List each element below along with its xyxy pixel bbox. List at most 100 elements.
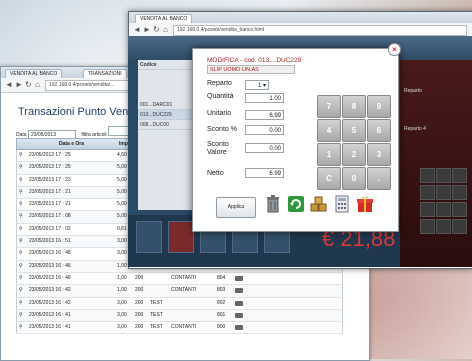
pos-key[interactable] (436, 185, 451, 200)
cell-c5: CONTANTI (171, 324, 197, 331)
home-icon[interactable]: ⌂ (163, 25, 168, 34)
quantita-field[interactable]: 1.00 (245, 93, 284, 103)
pos-key[interactable] (452, 168, 467, 183)
reparto-label: Reparto (207, 80, 232, 87)
table-row[interactable]: ⚲ 23/05/2013 16 : 42 1,00 200 CONTANTI 803 (16, 285, 343, 298)
search-icon[interactable]: ⚲ (19, 236, 23, 247)
item-list-header: Codice (138, 60, 194, 70)
cell-c3: 200 (135, 299, 144, 306)
search-icon[interactable]: ⚲ (19, 211, 23, 222)
pos-key[interactable] (452, 202, 467, 217)
keypad-key[interactable]: 3 (367, 143, 391, 166)
printer-icon[interactable] (235, 275, 243, 281)
search-icon[interactable]: ⚲ (19, 224, 23, 235)
keypad-key[interactable]: 0 (342, 167, 366, 190)
gift-icon[interactable] (356, 194, 374, 214)
reparto-select[interactable]: 1 ▾ (245, 80, 269, 90)
pos-key[interactable] (436, 168, 451, 183)
pos-key[interactable] (420, 219, 435, 234)
refresh-icon[interactable] (287, 194, 305, 214)
cell-datetime: 23/05/2013 16 : 42 (29, 299, 71, 306)
quantita-label: Quantità (207, 93, 234, 100)
search-icon[interactable]: ⚲ (19, 310, 23, 321)
search-icon[interactable]: ⚲ (19, 199, 23, 210)
pos-key[interactable] (420, 185, 435, 200)
cell-c5: CONTANTI (171, 287, 197, 294)
search-icon[interactable]: ⚲ (19, 285, 23, 296)
unitario-field[interactable]: 6.99 (245, 110, 284, 120)
list-item[interactable]: 001...DARC01 (138, 100, 194, 110)
sconto-perc-label: Sconto % (207, 126, 237, 133)
search-icon[interactable]: ⚲ (19, 162, 23, 173)
keypad-key[interactable]: 8 (342, 95, 366, 118)
printer-icon[interactable] (235, 300, 243, 306)
cell-c6: 802 (217, 299, 226, 306)
reload-icon[interactable]: ↻ (25, 80, 32, 89)
pos-key[interactable] (436, 219, 451, 234)
list-item[interactable]: 008...DUC00 (138, 120, 194, 130)
bottom-button[interactable] (168, 221, 194, 253)
search-icon[interactable]: ⚲ (19, 150, 23, 161)
printer-icon[interactable] (235, 312, 243, 318)
table-row[interactable]: ⚲ 23/05/2013 16 : 41 3,00 200 TEST 801 (16, 309, 343, 323)
keypad-key[interactable]: 4 (317, 119, 341, 142)
pos-key[interactable] (452, 219, 467, 234)
calculator-icon[interactable] (333, 194, 351, 214)
keypad-key[interactable]: C (317, 167, 341, 190)
keypad-key[interactable]: 2 (342, 143, 366, 166)
reload-icon[interactable]: ↻ (153, 25, 160, 34)
pos-key[interactable] (452, 185, 467, 200)
col-header-date: Data e Ora (59, 141, 85, 147)
bottom-button[interactable] (136, 221, 162, 253)
product-name-field[interactable]: SLIP UOMO UN.AS (207, 65, 295, 74)
pos-key[interactable] (436, 202, 451, 217)
table-row[interactable]: ⚲ 23/05/2013 16 : 42 3,00 200 TEST 802 (16, 297, 343, 310)
netto-field[interactable]: 6.99 (245, 168, 284, 178)
back-icon[interactable]: ◄ (133, 25, 141, 34)
keypad-key[interactable]: 7 (317, 95, 341, 118)
sconto-valore-field[interactable]: 0.00 (245, 143, 284, 153)
cell-c3: 200 (135, 274, 144, 281)
cell-datetime: 23/05/2013 16 : 48 (29, 250, 71, 257)
search-icon[interactable]: ⚲ (19, 298, 23, 309)
search-icon[interactable]: ⚲ (19, 175, 23, 186)
forward-icon[interactable]: ► (143, 25, 151, 34)
cell-c6: 804 (217, 274, 226, 281)
sconto-perc-field[interactable]: 0.00 (245, 125, 284, 135)
pos-right-panel: Reparto Reparto 4 (400, 60, 472, 267)
pos-url-field[interactable]: 192.168.0.4/pcweb/vendita_banco.html (173, 25, 467, 36)
printer-icon[interactable] (235, 325, 243, 331)
boxes-icon[interactable] (310, 194, 328, 214)
search-icon[interactable]: ⚲ (19, 322, 23, 333)
keypad-key[interactable]: 5 (342, 119, 366, 142)
home-icon[interactable]: ⌂ (35, 80, 40, 89)
table-row[interactable]: ⚲ 23/05/2013 16 : 41 3,00 200 TEST CONTANTI 80… (16, 322, 343, 335)
cell-c4: TEST (150, 299, 163, 306)
cell-datetime: 23/05/2013 17 : 25 (29, 152, 71, 158)
printer-icon[interactable] (235, 288, 243, 294)
keypad-key[interactable]: . (367, 167, 391, 190)
keypad-key[interactable]: 6 (367, 119, 391, 142)
keypad-key[interactable]: 9 (367, 95, 391, 118)
cell-amount: 5,00 (117, 201, 127, 208)
close-icon[interactable]: × (388, 43, 401, 56)
pos-key[interactable] (420, 202, 435, 217)
forward-icon[interactable]: ► (15, 80, 23, 89)
cell-amount: 3,00 (117, 299, 127, 306)
sconto-valore-label: Sconto Valore (207, 141, 229, 156)
netto-label: Netto (207, 170, 224, 177)
keypad-key[interactable]: 1 (317, 143, 341, 166)
cell-c3: 200 (135, 324, 144, 331)
cell-amount: 3,00 (117, 238, 127, 245)
unitario-label: Unitario (207, 110, 232, 117)
apply-button[interactable]: Applica (216, 197, 256, 218)
search-icon[interactable]: ⚲ (19, 273, 23, 284)
search-icon[interactable]: ⚲ (19, 261, 23, 272)
table-row[interactable]: ⚲ 23/05/2013 16 : 46 1,00 200 CONTANTI 804 (16, 272, 343, 286)
list-item[interactable]: 013...DUC229 (138, 110, 194, 120)
trash-icon[interactable] (264, 194, 282, 214)
search-icon[interactable]: ⚲ (19, 187, 23, 198)
pos-key[interactable] (420, 168, 435, 183)
search-icon[interactable]: ⚲ (19, 248, 23, 259)
back-icon[interactable]: ◄ (5, 80, 13, 89)
